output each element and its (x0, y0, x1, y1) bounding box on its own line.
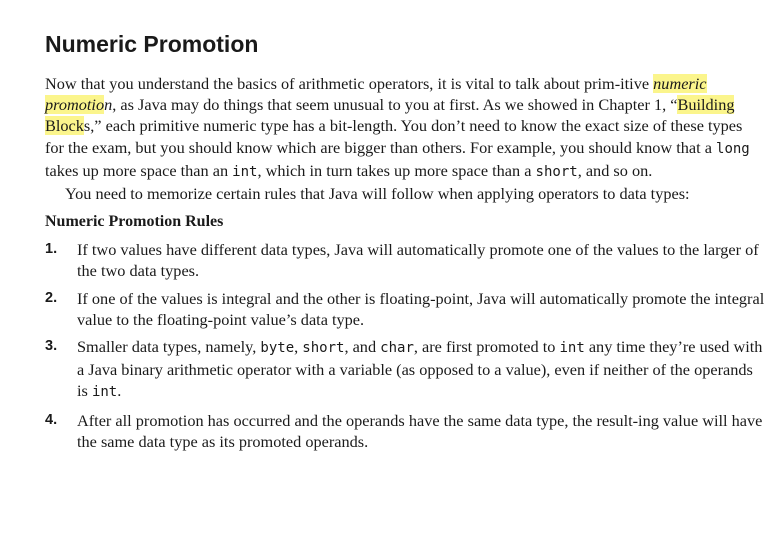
text-run: Now that you understand the basics of ar… (45, 74, 654, 93)
rules-title: Numeric Promotion Rules (45, 213, 224, 231)
rule-item: 1. If two values have different data typ… (45, 239, 765, 281)
text-run: , and so on. (577, 160, 653, 180)
code-byte: byte (260, 340, 295, 357)
intro-paragraph: Now that you understand the basics of ar… (45, 73, 765, 183)
text-run: s,” each primitive numeric type has a bi… (45, 116, 743, 157)
rule-item: 2. If one of the values is integral and … (45, 288, 765, 330)
code-char: char (380, 340, 414, 357)
rule-number: 3. (45, 338, 58, 355)
text-run: . (117, 381, 122, 401)
text-run: , which in turn takes up more space than… (257, 160, 536, 180)
memorize-paragraph: You need to memorize certain rules that … (65, 184, 690, 204)
code-short: short (302, 340, 345, 357)
rule-text: If one of the values is integral and the… (77, 288, 765, 329)
document-page: Numeric Promotion Now that you understan… (45, 30, 765, 458)
rule-text: After all promotion has occurred and the… (77, 410, 763, 451)
text-run: Smaller data types, namely, (77, 337, 261, 357)
section-heading: Numeric Promotion (45, 31, 259, 57)
rule-number: 1. (45, 241, 58, 258)
code-int: int (559, 340, 585, 357)
rule-text: Smaller data types, namely, byte, short,… (77, 337, 762, 400)
rule-item: 3. Smaller data types, namely, byte, sho… (45, 336, 765, 404)
text-run: , as Java may do things that seem unusua… (112, 95, 678, 115)
rule-text: If two values have different data types,… (77, 240, 759, 281)
code-int: int (91, 384, 118, 401)
text-run: , and (344, 337, 381, 357)
rule-number: 2. (45, 289, 58, 306)
text-run: takes up more space than an (45, 160, 233, 180)
code-short: short (535, 163, 578, 180)
code-int: int (232, 163, 258, 180)
rule-number: 4. (45, 411, 58, 428)
rule-item: 4. After all promotion has occurred and … (45, 410, 765, 452)
text-run: , are first promoted to (413, 337, 560, 357)
code-long: long (716, 140, 750, 157)
rules-list: 1. If two values have different data typ… (45, 239, 765, 452)
